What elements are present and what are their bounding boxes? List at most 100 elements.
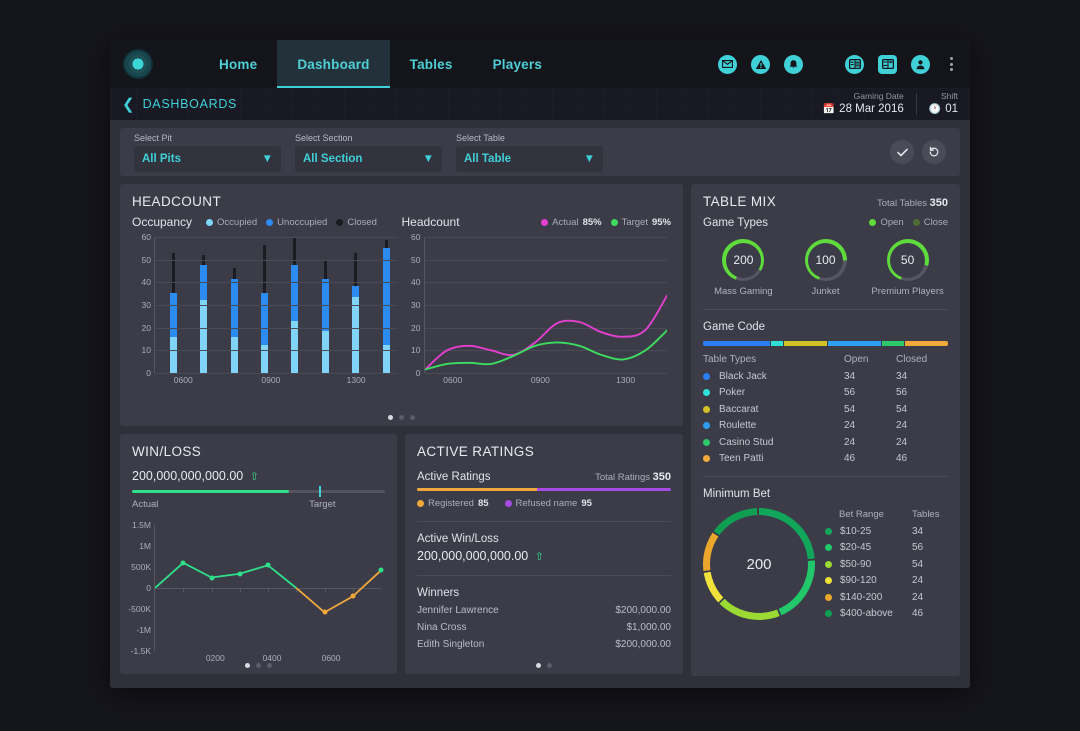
series-line: [155, 563, 183, 588]
legend-label: Target: [621, 216, 648, 228]
bet-table-count: 56: [912, 542, 924, 553]
x-tick: 0900: [261, 375, 281, 385]
y-tick: 0: [146, 368, 151, 378]
gauge-ring: 200: [722, 239, 765, 281]
panel-title: ACTIVE RATINGS: [417, 444, 535, 460]
ratings-bar-segment: [536, 488, 671, 492]
col-table-types: Table Types: [703, 354, 757, 365]
pager-dot[interactable]: [256, 663, 261, 668]
bet-list-body: $10-25 34 $20-45 56 $50-90 54 $90-120 24 $140-20…: [825, 526, 948, 619]
legend-label: Registered: [428, 498, 474, 510]
y-tick: 60: [411, 232, 421, 242]
winner-amount: $200,000.00: [615, 605, 671, 617]
game-code-segment: [828, 341, 882, 346]
bet-range-label: $90-120: [840, 575, 877, 586]
nav-item-tables[interactable]: Tables: [390, 40, 473, 88]
bet-row: $140-200 24: [825, 592, 948, 603]
game-types-label: Game Types: [703, 217, 768, 229]
data-point: [209, 575, 214, 581]
breadcrumb-label[interactable]: DASHBOARDS: [143, 97, 238, 111]
game-name: Roulette: [719, 420, 757, 431]
bet-range: $50-90: [825, 559, 912, 570]
gridline: [155, 305, 398, 306]
left-column: HEADCOUNT Occupancy Occupied Unoccupied …: [120, 184, 683, 674]
bet-row: $50-90 54: [825, 559, 948, 570]
table-row: Baccarat 54 54: [703, 404, 948, 415]
bar-segment: [232, 267, 236, 279]
bet-range: $90-120: [825, 575, 912, 586]
pager-dot[interactable]: [245, 663, 250, 668]
winloss-chart: 1.5M 1M 500K 0 -500K -1M -1.5K 0200 0400 0600: [128, 520, 385, 667]
nav-item-players[interactable]: Players: [473, 40, 562, 88]
plot-area: [423, 237, 667, 374]
select-pit[interactable]: All Pits ▼: [134, 145, 281, 172]
gaming-date-text: 28 Mar 2016: [839, 103, 904, 116]
y-tick: 10: [411, 345, 421, 356]
color-swatch: [825, 560, 832, 568]
user-icon[interactable]: [911, 54, 930, 74]
winloss-progress-track: [132, 486, 385, 498]
nav-item-dashboard[interactable]: Dashboard: [277, 40, 390, 88]
select-section[interactable]: All Section ▼: [295, 145, 442, 172]
pager-dot[interactable]: [410, 415, 415, 421]
ratings-pager[interactable]: [405, 663, 683, 668]
occupancy-label: Occupancy: [132, 215, 193, 229]
color-swatch: [825, 527, 832, 535]
bar-segment: [321, 331, 329, 373]
winloss-pager[interactable]: [120, 663, 397, 668]
pager-dot[interactable]: [536, 663, 541, 668]
pager-dot[interactable]: [388, 415, 393, 421]
app-logo[interactable]: [123, 49, 153, 79]
bell-icon[interactable]: [784, 54, 803, 74]
series-line: [212, 574, 240, 578]
x-tick: 0600: [173, 375, 193, 385]
legend-swatch: [336, 218, 344, 226]
overflow-menu-icon[interactable]: [944, 57, 958, 71]
occupancy-header: Occupancy Occupied Unoccupied Closed: [132, 215, 402, 229]
color-swatch: [703, 455, 710, 462]
cards-icon[interactable]: [845, 54, 864, 74]
chevron-down-icon: ▼: [422, 152, 434, 165]
x-tick: 1300: [346, 375, 366, 385]
alert-icon[interactable]: [751, 54, 770, 74]
active-winloss-label: Active Win/Loss: [417, 533, 499, 546]
mail-icon[interactable]: [718, 54, 737, 74]
grid-icon[interactable]: [878, 54, 897, 74]
x-tick: 1300: [616, 375, 636, 385]
legend-refused: Refused name 95: [504, 498, 592, 509]
shift-label: Shift: [940, 91, 958, 102]
right-column: TABLE MIX Total Tables 350 Game Types Op…: [691, 184, 960, 676]
chevron-left-icon[interactable]: ❮: [122, 95, 135, 113]
table-row: Black Jack 34 34: [703, 371, 948, 382]
reset-filters-button[interactable]: [922, 140, 946, 164]
headcount-header: Headcount Actual 85% Target 95%: [402, 215, 672, 229]
filter-pit-label: Select Pit: [134, 132, 173, 143]
pager-dot[interactable]: [267, 663, 272, 668]
select-table[interactable]: All Table ▼: [456, 145, 603, 172]
game-code-label: Game Code: [703, 321, 766, 333]
y-tick: 50: [411, 254, 421, 265]
gauge-value: 100: [808, 242, 843, 278]
legend-swatch: [206, 218, 214, 226]
legend-label: Closed: [347, 216, 377, 228]
legend-closed: Closed: [336, 217, 377, 228]
winloss-value: 200,000,000,000.00 ⇧: [132, 469, 385, 483]
bet-row: $90-120 24: [825, 575, 948, 586]
data-point: [350, 593, 356, 599]
data-point: [265, 562, 271, 568]
headcount-pager[interactable]: [120, 415, 683, 421]
series-line: [240, 565, 268, 573]
gauge-caption: Premium Players: [871, 286, 944, 297]
legend-value: 95%: [651, 216, 671, 228]
game-types-legend: Open Close: [869, 217, 948, 228]
winner-name: Jennifer Lawrence: [417, 605, 499, 617]
game-code-name: Black Jack: [703, 371, 844, 382]
pager-dot[interactable]: [399, 415, 404, 421]
game-code-segment: [784, 341, 828, 346]
pager-dot[interactable]: [547, 663, 552, 668]
gridline: [155, 282, 398, 284]
apply-filters-button[interactable]: [890, 140, 914, 164]
data-point: [378, 567, 384, 573]
bar-segment: [230, 336, 238, 373]
nav-item-home[interactable]: Home: [199, 40, 277, 88]
